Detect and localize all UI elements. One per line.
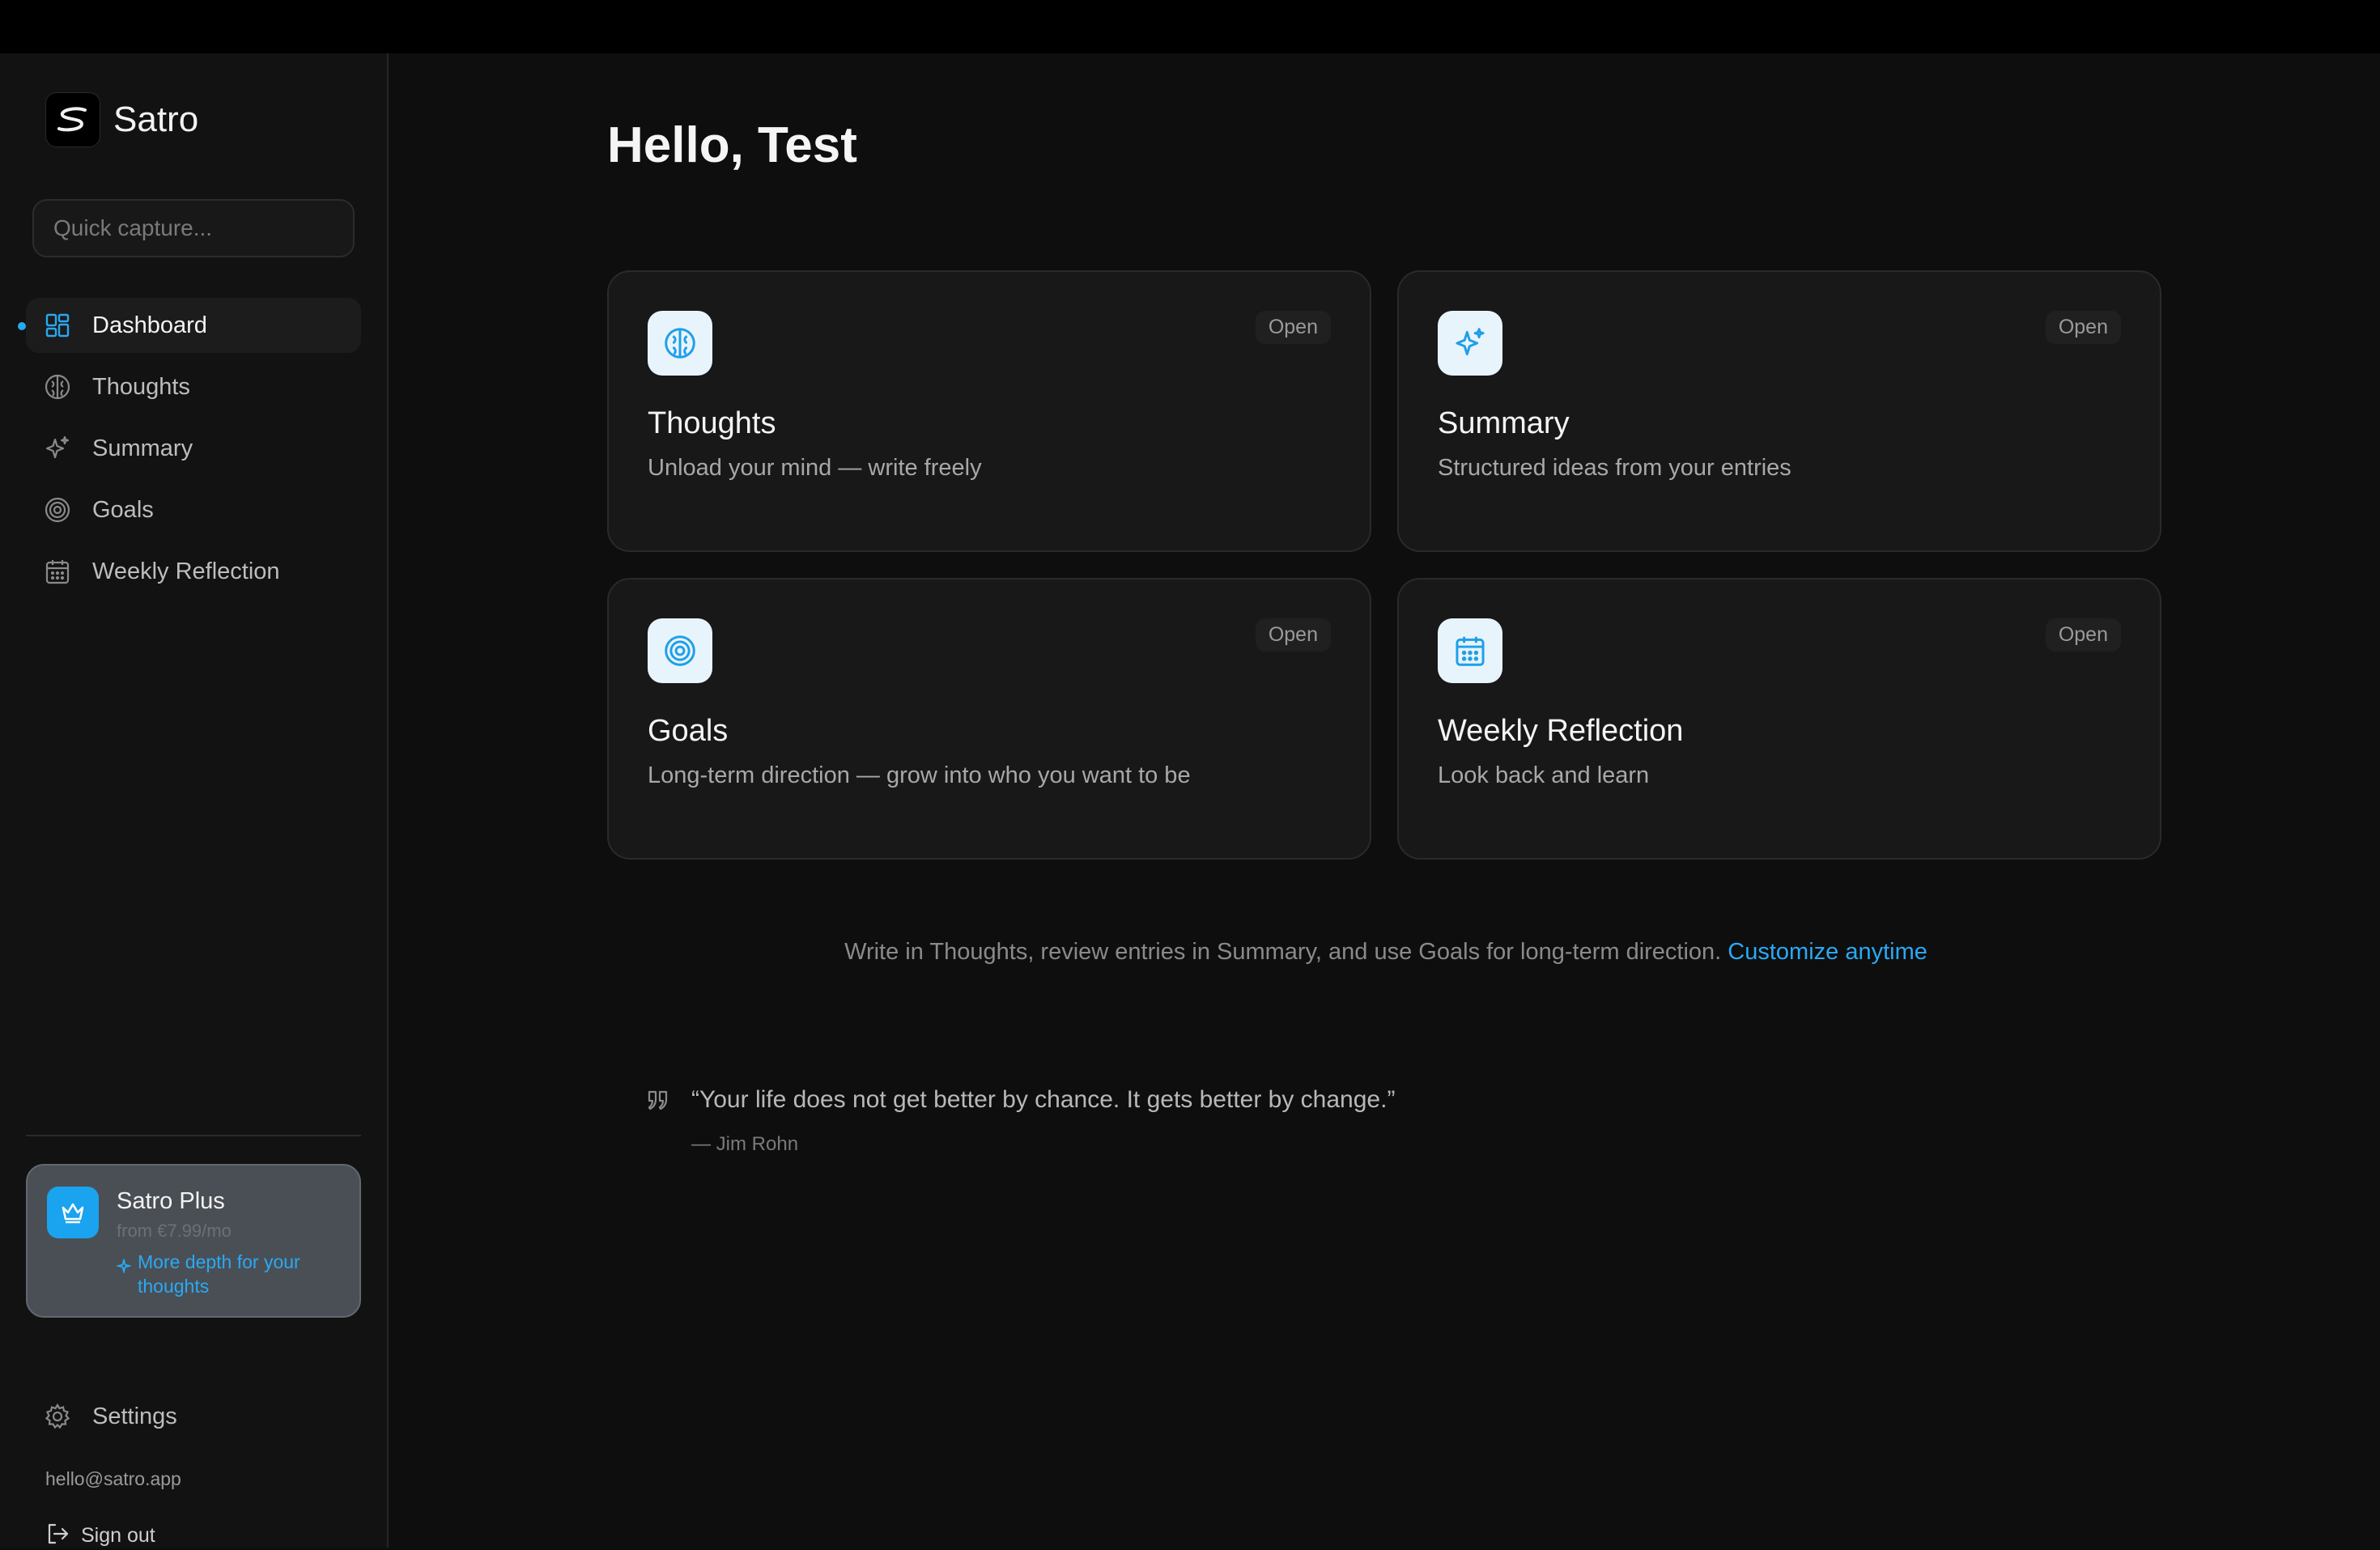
quote-icon bbox=[646, 1088, 670, 1116]
goals-card[interactable]: Open Goals Long-term direction — grow in… bbox=[607, 578, 1371, 860]
calendar-icon bbox=[1438, 618, 1502, 683]
summary-card[interactable]: Open Summary Structured ideas from your … bbox=[1397, 270, 2161, 552]
sidebar-item-dashboard[interactable]: Dashboard bbox=[18, 298, 361, 353]
plus-title: Satro Plus bbox=[117, 1188, 225, 1214]
sparkles-icon bbox=[1438, 311, 1502, 376]
window-top-bar bbox=[0, 0, 2380, 53]
sidebar-divider bbox=[26, 1135, 361, 1136]
sparkle-icon bbox=[115, 1255, 133, 1279]
sign-out-label: Sign out bbox=[81, 1524, 155, 1547]
sidebar-nav: Dashboard Thoughts Summary Goals Weekly … bbox=[18, 298, 361, 605]
open-badge: Open bbox=[2045, 311, 2121, 344]
dashboard-icon bbox=[44, 312, 71, 339]
card-title: Summary bbox=[1438, 406, 1570, 440]
card-title: Thoughts bbox=[648, 406, 776, 440]
sparkles-icon bbox=[44, 435, 71, 462]
sign-out-button[interactable]: Sign out bbox=[45, 1522, 155, 1550]
open-badge: Open bbox=[2045, 618, 2121, 652]
card-description: Structured ideas from your entries bbox=[1438, 455, 1791, 481]
sidebar-item-label: Thoughts bbox=[92, 373, 190, 400]
target-icon bbox=[44, 496, 71, 524]
brand[interactable]: Satro bbox=[45, 92, 198, 147]
open-badge: Open bbox=[1255, 311, 1331, 344]
calendar-icon bbox=[44, 558, 71, 585]
sidebar: Satro Dashboard Thoughts bbox=[0, 53, 389, 1548]
brain-icon bbox=[44, 373, 71, 401]
sidebar-item-weekly-reflection[interactable]: Weekly Reflection bbox=[26, 544, 361, 599]
weekly-reflection-card[interactable]: Open Weekly Reflection Look back and lea… bbox=[1397, 578, 2161, 860]
card-description: Look back and learn bbox=[1438, 762, 1650, 788]
card-description: Unload your mind — write freely bbox=[648, 455, 982, 481]
thoughts-card[interactable]: Open Thoughts Unload your mind — write f… bbox=[607, 270, 1371, 552]
dashboard-hint: Write in Thoughts, review entries in Sum… bbox=[607, 939, 2165, 966]
crown-icon bbox=[47, 1187, 99, 1238]
satro-plus-card[interactable]: Satro Plus from €7.99/mo More depth for … bbox=[26, 1164, 361, 1318]
card-title: Goals bbox=[648, 714, 729, 748]
sidebar-item-summary[interactable]: Summary bbox=[26, 421, 361, 476]
active-indicator bbox=[18, 322, 26, 330]
hint-text: Write in Thoughts, review entries in Sum… bbox=[844, 939, 1722, 965]
quote-author: — Jim Rohn bbox=[691, 1133, 799, 1155]
settings-label: Settings bbox=[92, 1403, 177, 1429]
gear-icon bbox=[44, 1403, 71, 1430]
sign-out-icon bbox=[45, 1522, 70, 1550]
brain-icon bbox=[648, 311, 712, 376]
page-title: Hello, Test bbox=[607, 117, 857, 173]
sidebar-item-label: Dashboard bbox=[92, 312, 207, 338]
quote-text: “Your life does not get better by chance… bbox=[691, 1086, 1396, 1113]
sidebar-item-label: Goals bbox=[92, 496, 154, 523]
sidebar-item-label: Summary bbox=[92, 435, 193, 461]
quick-capture-input[interactable] bbox=[32, 199, 355, 257]
user-email: hello@satro.app bbox=[45, 1468, 181, 1489]
sidebar-item-thoughts[interactable]: Thoughts bbox=[26, 359, 361, 414]
card-title: Weekly Reflection bbox=[1438, 714, 1684, 748]
sidebar-item-goals[interactable]: Goals bbox=[26, 482, 361, 537]
main-content: Hello, Test Open Thoughts Unload your mi… bbox=[390, 53, 2380, 1548]
open-badge: Open bbox=[1255, 618, 1331, 652]
app-name: Satro bbox=[113, 100, 199, 139]
settings-button[interactable]: Settings bbox=[26, 1389, 361, 1444]
plus-price: from €7.99/mo bbox=[117, 1221, 232, 1241]
target-icon bbox=[648, 618, 712, 683]
plus-tagline: More depth for your thoughts bbox=[115, 1250, 335, 1298]
plus-tagline-text: More depth for your thoughts bbox=[138, 1251, 300, 1297]
customize-link[interactable]: Customize anytime bbox=[1728, 939, 1927, 965]
card-description: Long-term direction — grow into who you … bbox=[648, 762, 1191, 788]
sidebar-item-label: Weekly Reflection bbox=[92, 558, 280, 584]
satro-logo-icon bbox=[45, 92, 100, 147]
